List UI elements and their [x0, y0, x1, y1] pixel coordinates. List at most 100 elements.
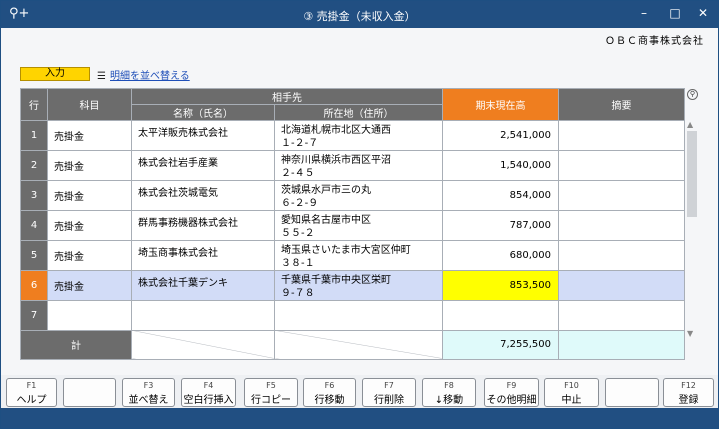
total-label: 計: [20, 329, 132, 360]
total-row: 計 7,255,500: [20, 329, 685, 360]
f3-sort-button[interactable]: F3 並べ替え: [122, 378, 175, 407]
fkey-number: F9: [506, 381, 517, 390]
account-cell[interactable]: 売掛金: [47, 240, 132, 271]
address-line2: ３８-１: [281, 258, 315, 269]
f2-blank-button[interactable]: [63, 378, 116, 407]
memo-cell[interactable]: [558, 210, 685, 241]
fkey-label: 登録: [678, 395, 699, 406]
sort-link[interactable]: ☰ 明細を並べ替える: [97, 67, 190, 82]
table-row[interactable]: 5 売掛金 埼玉商事株式会社 埼玉県さいたま市大宮区仲町 ３８-１ 680,000: [20, 240, 685, 271]
name-cell[interactable]: 株式会社岩手産業: [131, 150, 275, 181]
f8-move-down-button[interactable]: F8 ↓移動: [422, 378, 476, 407]
amount-cell[interactable]: 854,000: [442, 180, 559, 211]
maximize-button[interactable]: □: [665, 6, 685, 20]
address-cell[interactable]: 茨城県水戸市三の丸 ６-２-９: [274, 180, 443, 211]
row-number: 1: [20, 120, 48, 151]
col-header-account: 科目: [47, 88, 132, 121]
close-button[interactable]: ✕: [693, 6, 713, 20]
account-cell[interactable]: 売掛金: [47, 210, 132, 241]
row-number: 5: [20, 240, 48, 271]
f4-insert-row-button[interactable]: F4 空白行挿入: [181, 378, 236, 407]
amount-cell[interactable]: [442, 300, 559, 331]
account-cell[interactable]: 売掛金: [47, 180, 132, 211]
address-cell[interactable]: 愛知県名古屋市中区 ５５-２: [274, 210, 443, 241]
name-cell[interactable]: 株式会社茨城電気: [131, 180, 275, 211]
table-row[interactable]: 2 売掛金 株式会社岩手産業 神奈川県横浜市西区平沼 ２-４５ 1,540,000: [20, 150, 685, 181]
sort-link-label[interactable]: 明細を並べ替える: [110, 71, 190, 82]
scrollbar-thumb[interactable]: [687, 131, 697, 217]
address-line1: 千葉県千葉市中央区栄町: [281, 275, 391, 286]
memo-cell[interactable]: [558, 150, 685, 181]
fkey-number: F8: [444, 381, 454, 390]
status-bar: [1, 408, 718, 428]
address-cell[interactable]: 北海道札幌市北区大通西 １-２-７: [274, 120, 443, 151]
fkey-number: F6: [324, 381, 335, 390]
address-line1: 神奈川県横浜市西区平沼: [281, 155, 391, 166]
sort-list-icon: ☰: [97, 71, 106, 82]
total-empty-cell: [274, 329, 443, 360]
memo-cell[interactable]: [558, 180, 685, 211]
account-cell[interactable]: 売掛金: [47, 150, 132, 181]
f11-blank-button[interactable]: [605, 378, 659, 407]
name-cell[interactable]: 埼玉商事株式会社: [131, 240, 275, 271]
fkey-number: F3: [143, 381, 154, 390]
detail-table: 行 科目 相手先 期末現在高 摘要 名称（氏名） 所在地（住所） 1 売掛金 太…: [20, 88, 685, 360]
address-line1: 北海道札幌市北区大通西: [281, 125, 391, 136]
memo-cell[interactable]: [558, 300, 685, 331]
amount-cell[interactable]: 2,541,000: [442, 120, 559, 151]
amount-cell-active[interactable]: 853,500: [442, 270, 559, 301]
address-cell[interactable]: 神奈川県横浜市西区平沼 ２-４５: [274, 150, 443, 181]
address-cell[interactable]: 千葉県千葉市中央区栄町 ９-７８: [274, 270, 443, 301]
memo-cell[interactable]: [558, 120, 685, 151]
fkey-label: 中止: [561, 395, 582, 406]
name-cell[interactable]: 株式会社千葉デンキ: [131, 270, 275, 301]
scroll-up-icon[interactable]: ▲: [687, 120, 693, 129]
name-cell[interactable]: 群馬事務機器株式会社: [131, 210, 275, 241]
name-cell[interactable]: 太平洋販売株式会社: [131, 120, 275, 151]
scroll-down-icon[interactable]: ▼: [687, 329, 693, 338]
row-number: 7: [20, 300, 48, 331]
row-number: 3: [20, 180, 48, 211]
col-header-balance[interactable]: 期末現在高: [442, 88, 559, 121]
table-row[interactable]: 1 売掛金 太平洋販売株式会社 北海道札幌市北区大通西 １-２-７ 2,541,0…: [20, 120, 685, 151]
total-memo-cell: [558, 329, 685, 360]
address-cell[interactable]: 埼玉県さいたま市大宮区仲町 ３８-１: [274, 240, 443, 271]
amount-cell[interactable]: 787,000: [442, 210, 559, 241]
table-row[interactable]: 4 売掛金 群馬事務機器株式会社 愛知県名古屋市中区 ５５-２ 787,000: [20, 210, 685, 241]
table-row[interactable]: 3 売掛金 株式会社茨城電気 茨城県水戸市三の丸 ６-２-９ 854,000: [20, 180, 685, 211]
memo-cell[interactable]: [558, 270, 685, 301]
fkey-number: F10: [564, 381, 579, 390]
vertical-scrollbar[interactable]: ▲ ▼: [684, 120, 700, 338]
fkey-number: F1: [26, 381, 37, 390]
name-cell[interactable]: [131, 300, 275, 331]
fkey-number: F7: [384, 381, 394, 390]
f5-copy-row-button[interactable]: F5 行コピー: [244, 378, 298, 407]
row-number: 2: [20, 150, 48, 181]
address-line2: ９-７８: [281, 288, 315, 299]
f6-move-row-button[interactable]: F6 行移動: [303, 378, 356, 407]
f10-cancel-button[interactable]: F10 中止: [544, 378, 599, 407]
f7-delete-row-button[interactable]: F7 行削除: [362, 378, 416, 407]
selected-table-row[interactable]: 6 売掛金 株式会社千葉デンキ 千葉県千葉市中央区栄町 ９-７８ 853,500: [20, 270, 685, 301]
address-line2: １-２-７: [281, 138, 319, 149]
f9-other-details-button[interactable]: F9 その他明細: [484, 378, 539, 407]
memo-cell[interactable]: [558, 240, 685, 271]
window: ⚲+ ③ 売掛金（未収入金） – □ ✕ ＯＢＣ商事株式会社 入力 ☰ 明細を並べ…: [0, 0, 719, 429]
fkey-label: 行削除: [374, 395, 404, 406]
f1-help-button[interactable]: F1 ヘルプ: [6, 378, 57, 407]
f12-register-button[interactable]: F12 登録: [663, 378, 714, 407]
fkey-label: その他明細: [486, 395, 537, 406]
amount-cell[interactable]: 680,000: [442, 240, 559, 271]
account-cell[interactable]: 売掛金: [47, 120, 132, 151]
fkey-number: F5: [266, 381, 276, 390]
zoom-icon[interactable]: ⚲: [687, 89, 698, 100]
table-row[interactable]: 7: [20, 300, 685, 331]
title-bar: ⚲+ ③ 売掛金（未収入金） – □ ✕: [1, 1, 718, 28]
address-line2: ２-４５: [281, 168, 315, 179]
account-cell[interactable]: 売掛金: [47, 270, 132, 301]
address-cell[interactable]: [274, 300, 443, 331]
account-cell[interactable]: [47, 300, 132, 331]
col-header-name: 名称（氏名）: [131, 104, 275, 121]
minimize-button[interactable]: –: [634, 6, 654, 20]
amount-cell[interactable]: 1,540,000: [442, 150, 559, 181]
